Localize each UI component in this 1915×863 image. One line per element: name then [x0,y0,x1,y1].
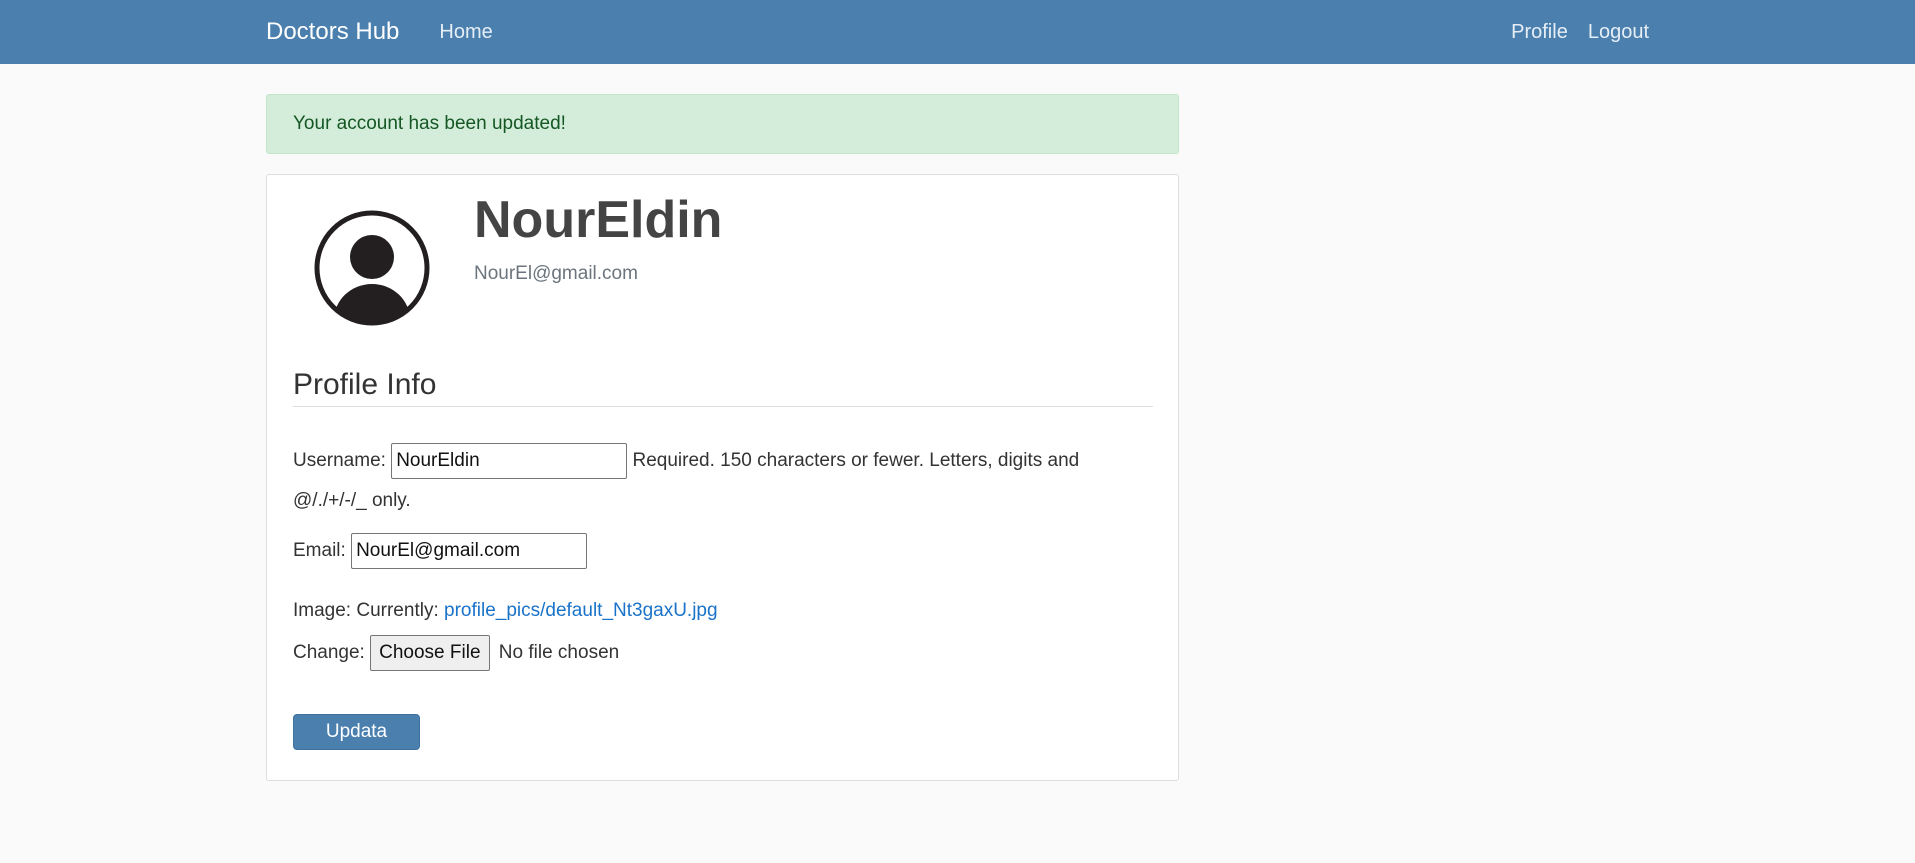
profile-email-text: NourEl@gmail.com [474,263,638,284]
user-circle-icon [314,210,430,326]
profile-username-heading: NourEldin [474,191,723,249]
email-row: Email: [293,533,588,569]
main-content: Your account has been updated! NourEldin… [266,94,1179,781]
nav-right: Profile Logout [1511,21,1649,44]
brand-link[interactable]: Doctors Hub [266,18,399,46]
update-button[interactable]: Updata [293,714,420,750]
username-label: Username: [293,450,386,471]
nav-home-link[interactable]: Home [439,21,492,44]
alert-message: Your account has been updated! [293,113,566,134]
nav-profile-link[interactable]: Profile [1511,21,1568,44]
email-input[interactable] [351,533,588,569]
change-label: Change: [293,642,365,664]
choose-file-button[interactable]: Choose File [370,635,490,671]
username-input[interactable] [391,442,628,479]
change-image-row: Change: Choose File No file chosen [293,635,619,671]
current-image-link[interactable]: profile_pics/default_Nt3gaxU.jpg [444,600,718,621]
image-current-label: Image: Currently: [293,600,439,621]
success-alert: Your account has been updated! [266,94,1179,154]
nav-logout-link[interactable]: Logout [1588,21,1649,44]
top-navbar: Doctors Hub Home Profile Logout [0,0,1915,64]
image-row: Image: Currently: profile_pics/default_N… [293,600,718,622]
file-status-text: No file chosen [498,642,620,664]
profile-card: NourEldin NourEl@gmail.com Profile Info … [266,174,1179,781]
nav-left: Doctors Hub Home [266,18,493,46]
username-row: Username: Required. 150 characters or fe… [293,441,1153,521]
email-label: Email: [293,540,346,562]
profile-info-heading: Profile Info [293,368,1153,407]
